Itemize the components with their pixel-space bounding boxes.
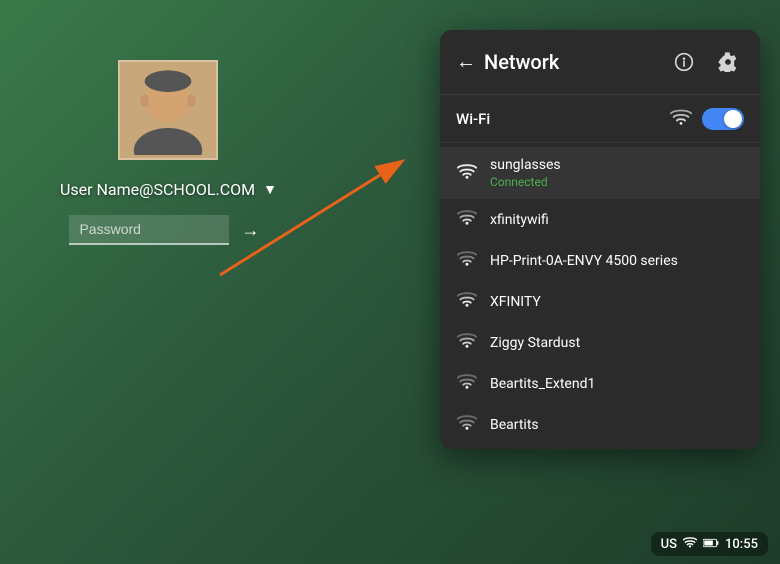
wifi-header: Wi-Fi — [456, 107, 744, 130]
network-name: Ziggy Stardust — [490, 335, 744, 351]
taskbar-battery-icon — [703, 536, 719, 552]
wifi-icon — [456, 163, 478, 184]
network-info: Beartits — [490, 417, 744, 433]
network-info: xfinitywifi — [490, 212, 744, 228]
network-info: Beartits_Extend1 — [490, 376, 744, 392]
wifi-icon — [456, 209, 478, 230]
network-info: HP-Print-0A-ENVY 4500 series — [490, 253, 744, 269]
toggle-thumb — [724, 110, 742, 128]
network-status: Connected — [490, 175, 744, 189]
panel-title: Network — [484, 50, 668, 74]
wifi-signal-icon — [670, 107, 692, 130]
back-button[interactable]: ← — [456, 47, 484, 78]
wifi-controls — [670, 107, 744, 130]
network-item[interactable]: Ziggy Stardust — [440, 322, 760, 363]
login-area: User Name@SCHOOL.COM ▼ → — [60, 60, 277, 245]
network-item[interactable]: Beartits_Extend1 — [440, 363, 760, 404]
network-list: sunglasses Connected xfinitywifi — [440, 143, 760, 449]
wifi-icon — [456, 250, 478, 271]
network-name: xfinitywifi — [490, 212, 744, 228]
wifi-icon — [456, 373, 478, 394]
network-name: sunglasses — [490, 157, 744, 173]
user-dropdown-icon[interactable]: ▼ — [263, 181, 277, 198]
taskbar-region: US — [661, 537, 677, 552]
network-name: Beartits_Extend1 — [490, 376, 744, 392]
network-item[interactable]: xfinitywifi — [440, 199, 760, 240]
header-icons — [668, 46, 744, 78]
wifi-icon — [456, 291, 478, 312]
network-name: Beartits — [490, 417, 744, 433]
taskbar: US 10:55 — [651, 532, 768, 556]
network-item[interactable]: XFINITY — [440, 281, 760, 322]
panel-header: ← Network — [440, 30, 760, 95]
wifi-section: Wi-Fi — [440, 95, 760, 143]
network-name: HP-Print-0A-ENVY 4500 series — [490, 253, 744, 269]
wifi-icon — [456, 332, 478, 353]
user-row: User Name@SCHOOL.COM ▼ — [60, 180, 277, 199]
settings-button[interactable] — [712, 46, 744, 78]
password-input[interactable] — [69, 215, 229, 245]
network-item[interactable]: HP-Print-0A-ENVY 4500 series — [440, 240, 760, 281]
wifi-icon — [456, 414, 478, 435]
network-name: XFINITY — [490, 294, 744, 310]
username: User Name@SCHOOL.COM — [60, 180, 255, 199]
avatar — [118, 60, 218, 160]
wifi-toggle[interactable] — [702, 108, 744, 130]
taskbar-time: 10:55 — [725, 537, 758, 552]
network-item[interactable]: Beartits — [440, 404, 760, 445]
network-item[interactable]: sunglasses Connected — [440, 147, 760, 199]
network-info: Ziggy Stardust — [490, 335, 744, 351]
wifi-label: Wi-Fi — [456, 110, 490, 128]
network-info: XFINITY — [490, 294, 744, 310]
submit-button[interactable]: → — [233, 216, 267, 245]
network-panel: ← Network Wi-Fi — [440, 30, 760, 449]
taskbar-wifi-icon — [683, 536, 697, 552]
network-info: sunglasses Connected — [490, 157, 744, 189]
password-row: → — [69, 215, 267, 245]
info-button[interactable] — [668, 46, 700, 78]
